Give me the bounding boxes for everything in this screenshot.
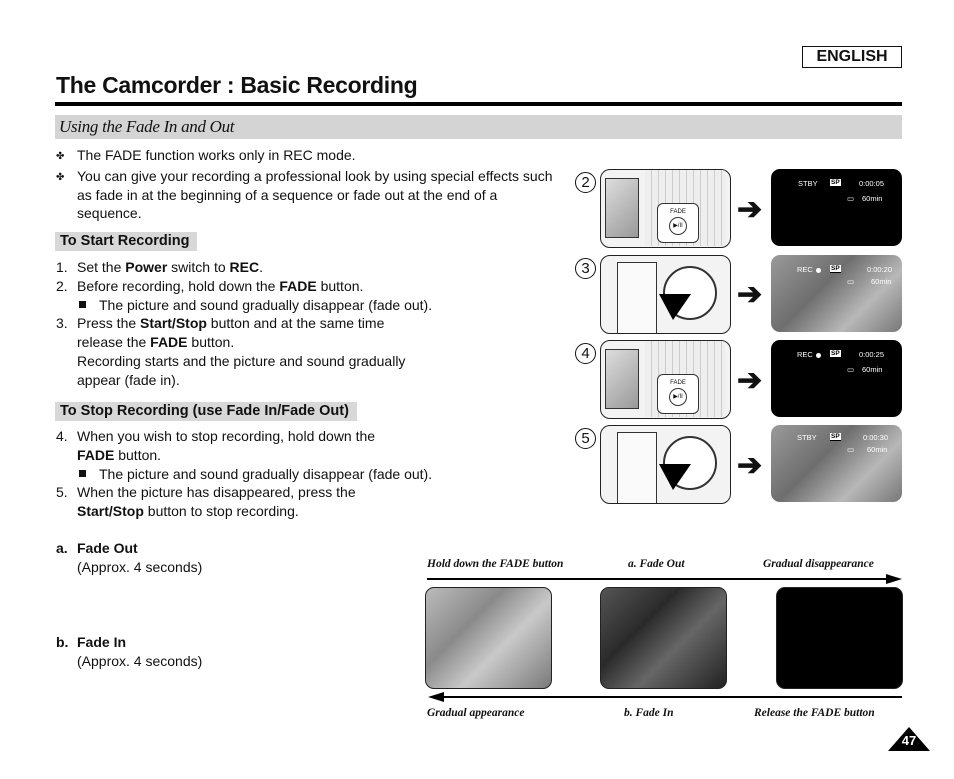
dolphin-full-brightness-image xyxy=(425,587,552,689)
camcorder-fade-button-illustration: FADE ▶/II xyxy=(600,169,731,248)
play-pause-icon: ▶/II xyxy=(669,217,687,235)
step-text: When the picture has disappeared, press … xyxy=(77,484,356,520)
record-dot-icon xyxy=(815,267,821,273)
viewfinder-screen: STBY SP 0:00:30 ▭ 60min xyxy=(771,425,902,502)
section-title: Using the Fade In and Out xyxy=(59,117,235,136)
right-arrow-icon: ➔ xyxy=(737,364,763,397)
page-title: The Camcorder : Basic Recording xyxy=(56,72,418,98)
step-number: 3. xyxy=(56,315,68,332)
clover-bullet-icon: ✤ xyxy=(56,171,65,183)
viewfinder-screen: REC SP 0:00:20 ▭ 60min xyxy=(771,255,902,332)
step-2: 2. Before recording, hold down the FADE … xyxy=(56,277,476,296)
step-2-badge: 2 xyxy=(575,172,596,193)
flow-bottom-label: b. Fade In xyxy=(624,707,674,719)
step-4-badge: 4 xyxy=(575,343,596,364)
intro-bullet: ✤ You can give your recording a professi… xyxy=(56,167,556,223)
flow-top-label: a. Fade Out xyxy=(628,558,685,570)
page-number: 47 xyxy=(901,733,917,748)
start-recording-heading: To Start Recording xyxy=(55,232,198,251)
camcorder-grip xyxy=(617,432,657,503)
intro-bullet-text: The FADE function works only in REC mode… xyxy=(77,147,356,163)
step-note: The picture and sound gradually disappea… xyxy=(56,465,476,484)
step-number: 2. xyxy=(56,277,68,294)
arrow-left-head-icon xyxy=(428,692,444,702)
step-4: 4. When you wish to stop recording, hold… xyxy=(56,427,476,465)
flow-top-label: Hold down the FADE button xyxy=(427,558,564,570)
sp-badge: SP xyxy=(830,350,841,358)
flow-bottom-label: Release the FADE button xyxy=(754,707,875,719)
step-number: 4. xyxy=(56,428,68,444)
flow-arrow-left-line xyxy=(440,696,902,698)
camcorder-fade-button-illustration: FADE ▶/II xyxy=(600,340,731,419)
sp-badge: SP xyxy=(830,179,841,187)
step-text: When you wish to stop recording, hold do… xyxy=(77,428,376,463)
flow-bottom-label: Gradual appearance xyxy=(427,707,525,719)
square-bullet-icon xyxy=(79,470,86,478)
cassette-icon: ▭ xyxy=(847,277,855,286)
step-number: 1. xyxy=(56,259,68,275)
viewfinder-screen: REC SP 0:00:25 ▭ 60min xyxy=(771,340,902,417)
sp-badge: SP xyxy=(830,433,841,441)
right-arrow-icon: ➔ xyxy=(737,278,763,311)
step-1: 1. Set the Power switch to REC. xyxy=(56,258,476,277)
intro-bullet-text: You can give your recording a profession… xyxy=(77,167,553,222)
fade-note-a: a. Fade Out (Approx. 4 seconds) xyxy=(56,540,203,575)
step-text: Press the Start/Stop button and at the s… xyxy=(77,315,406,388)
camcorder-grip xyxy=(617,262,657,333)
cassette-icon: ▭ xyxy=(847,365,855,374)
record-dot-icon xyxy=(815,352,821,358)
cassette-icon: ▭ xyxy=(847,194,855,203)
arrow-right-head-icon xyxy=(886,574,902,584)
black-screen-image xyxy=(776,587,903,689)
start-steps: 1. Set the Power switch to REC. 2. Befor… xyxy=(56,258,476,390)
right-arrow-icon: ➔ xyxy=(737,449,763,482)
intro-bullets: ✤ The FADE function works only in REC mo… xyxy=(56,146,556,223)
step-5-badge: 5 xyxy=(575,428,596,449)
step-text: Before recording, hold down the FADE but… xyxy=(77,277,364,294)
viewfinder-screen: STBY SP 0:00:05 ▭ 60min xyxy=(771,169,902,246)
step-5: 5. When the picture has disappeared, pre… xyxy=(56,483,476,521)
press-indicator-icon xyxy=(659,294,691,320)
title-divider xyxy=(55,102,902,106)
fade-note-b: b. Fade In (Approx. 4 seconds) xyxy=(56,634,203,669)
dolphin-fading-image xyxy=(600,587,727,689)
step-3-badge: 3 xyxy=(575,258,596,279)
language-badge: ENGLISH xyxy=(802,46,902,68)
step-note: The picture and sound gradually disappea… xyxy=(56,296,476,315)
camcorder-start-stop-illustration xyxy=(600,425,731,504)
cassette-icon: ▭ xyxy=(847,445,855,454)
lcd-panel xyxy=(605,349,639,409)
sp-badge: SP xyxy=(830,265,841,273)
flow-top-label: Gradual disappearance xyxy=(763,558,874,570)
flow-arrow-right-line xyxy=(427,578,891,580)
lcd-panel xyxy=(605,178,639,238)
intro-bullet: ✤ The FADE function works only in REC mo… xyxy=(56,146,556,167)
fade-callout: FADE ▶/II xyxy=(657,203,699,243)
play-pause-icon: ▶/II xyxy=(669,388,687,406)
step-3: 3. Press the Start/Stop button and at th… xyxy=(56,314,476,389)
step-text: Set the Power switch to REC. xyxy=(77,259,263,275)
square-bullet-icon xyxy=(79,301,86,309)
stop-steps: 4. When you wish to stop recording, hold… xyxy=(56,427,476,521)
camcorder-start-stop-illustration xyxy=(600,255,731,334)
fade-callout: FADE ▶/II xyxy=(657,374,699,414)
stop-recording-heading: To Stop Recording (use Fade In/Fade Out) xyxy=(55,402,357,421)
clover-bullet-icon: ✤ xyxy=(56,151,65,162)
step-number: 5. xyxy=(56,484,68,501)
press-indicator-icon xyxy=(659,464,691,490)
right-arrow-icon: ➔ xyxy=(737,193,763,226)
